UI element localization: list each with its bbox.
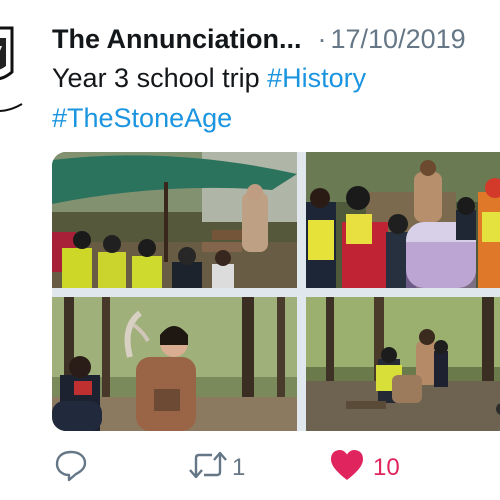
tweet-actions: 1 10 xyxy=(0,440,500,490)
photo-pupils-in-hi-vis[interactable] xyxy=(306,152,500,288)
author-name[interactable]: The Annunciation... xyxy=(52,24,302,54)
retweet-button[interactable]: 1 xyxy=(188,448,245,487)
tweet-header: The Annunciation... · 17/10/2019 xyxy=(52,20,500,60)
photo-stone-age-camp[interactable] xyxy=(52,152,297,288)
tweet-body: Year 3 school trip xyxy=(52,63,260,93)
header-separator: · xyxy=(317,24,327,54)
media-grid xyxy=(52,152,500,431)
photo-woman-holding-antler[interactable] xyxy=(52,297,297,431)
tweet-date[interactable]: 17/10/2019 xyxy=(331,24,466,54)
hashtag-history[interactable]: #History xyxy=(267,63,366,93)
like-count: 10 xyxy=(373,453,400,481)
photo-forest-clearing[interactable] xyxy=(306,297,500,431)
like-button[interactable]: 10 xyxy=(329,448,400,487)
retweet-count: 1 xyxy=(232,453,246,481)
heart-icon xyxy=(329,448,365,487)
school-crest-avatar[interactable]: rs xyxy=(0,20,26,130)
reply-button[interactable] xyxy=(54,448,88,487)
reply-icon xyxy=(54,448,88,487)
retweet-icon xyxy=(188,448,228,487)
tweet-text: Year 3 school trip #History #TheStoneAge xyxy=(52,58,482,138)
hashtag-the-stone-age[interactable]: #TheStoneAge xyxy=(52,103,232,133)
